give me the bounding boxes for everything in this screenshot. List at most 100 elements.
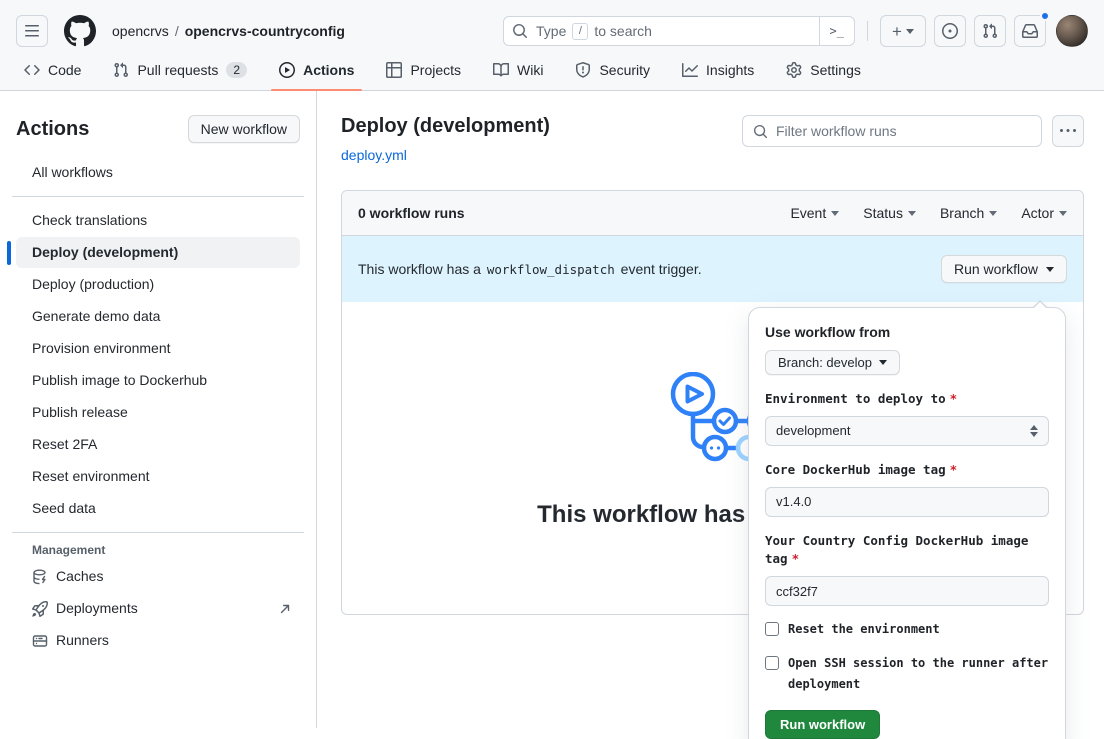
sidebar-item-workflow[interactable]: Publish image to Dockerhub <box>16 365 300 396</box>
issue-opened-icon <box>942 23 958 39</box>
run-workflow-submit-button[interactable]: Run workflow <box>765 710 880 739</box>
search-icon <box>512 23 528 39</box>
workflow-options-button[interactable] <box>1052 115 1084 147</box>
caret-down-icon <box>831 211 839 216</box>
sidebar-item-caches[interactable]: Caches <box>16 561 300 592</box>
table-icon <box>386 62 402 78</box>
caret-down-icon <box>1046 267 1054 272</box>
workflow-dispatch-banner: This workflow has a workflow_dispatch ev… <box>342 236 1083 302</box>
sidebar-item-workflow[interactable]: Reset 2FA <box>16 429 300 460</box>
git-pull-request-icon <box>113 62 129 78</box>
sidebar-item-workflow-selected[interactable]: Deploy (development) <box>16 237 300 268</box>
open-ssh-checkbox-row[interactable]: Open SSH session to the runner after dep… <box>765 653 1049 695</box>
github-logo-icon[interactable] <box>64 15 96 47</box>
branch-filter-dropdown[interactable]: Branch <box>940 205 997 221</box>
status-filter-dropdown[interactable]: Status <box>863 205 916 221</box>
event-filter-dropdown[interactable]: Event <box>790 205 839 221</box>
caret-down-icon <box>879 360 887 365</box>
tab-security[interactable]: Security <box>567 56 658 90</box>
actions-sidebar: Actions New workflow All workflows Check… <box>0 91 317 728</box>
core-image-tag-input[interactable] <box>765 487 1049 517</box>
pull-requests-button[interactable] <box>974 15 1006 47</box>
workflow-file-link[interactable]: deploy.yml <box>341 147 407 163</box>
management-section-heading: Management <box>16 543 300 557</box>
pull-requests-count-badge: 2 <box>226 62 247 78</box>
code-icon <box>24 62 40 78</box>
breadcrumb-separator: / <box>175 23 179 39</box>
sidebar-divider <box>12 532 304 533</box>
actor-filter-dropdown[interactable]: Actor <box>1021 205 1067 221</box>
required-asterisk: * <box>950 462 958 477</box>
new-workflow-button[interactable]: New workflow <box>188 115 300 143</box>
caret-down-icon <box>989 211 997 216</box>
sidebar-item-runners[interactable]: Runners <box>16 625 300 656</box>
inbox-icon <box>1022 23 1038 39</box>
sidebar-item-workflow[interactable]: Provision environment <box>16 333 300 364</box>
three-bars-icon <box>24 23 40 39</box>
reset-environment-checkbox-row[interactable]: Reset the environment <box>765 619 1049 640</box>
slash-key-hint: / <box>572 23 588 40</box>
sidebar-item-workflow[interactable]: Check translations <box>16 205 300 236</box>
global-search-input[interactable]: Type / to search >_ <box>503 16 855 46</box>
core-image-tag-label: Core DockerHub image tag* <box>765 461 1049 480</box>
hamburger-menu-button[interactable] <box>16 15 48 47</box>
sidebar-item-workflow[interactable]: Deploy (production) <box>16 269 300 300</box>
sidebar-divider <box>12 196 304 197</box>
tab-settings[interactable]: Settings <box>778 56 869 90</box>
run-workflow-dropdown-button[interactable]: Run workflow <box>941 255 1067 283</box>
select-updown-icon <box>1030 425 1038 437</box>
sidebar-title: Actions <box>16 118 89 141</box>
tab-projects[interactable]: Projects <box>378 56 469 90</box>
countryconfig-image-tag-label: Your Country Config DockerHub image tag* <box>765 532 1049 570</box>
arrow-up-right-icon <box>278 602 292 616</box>
sidebar-item-workflow[interactable]: Generate demo data <box>16 301 300 332</box>
required-asterisk: * <box>792 551 800 566</box>
repo-nav: Code Pull requests 2 Actions Projects Wi… <box>0 56 1104 90</box>
sidebar-item-workflow[interactable]: Publish release <box>16 397 300 428</box>
caret-down-icon <box>908 211 916 216</box>
filter-workflow-runs-field <box>742 115 1042 147</box>
countryconfig-image-tag-input[interactable] <box>765 576 1049 606</box>
sidebar-item-all-workflows[interactable]: All workflows <box>16 157 300 188</box>
branch-selector-button[interactable]: Branch: develop <box>765 350 900 375</box>
reset-environment-checkbox[interactable] <box>765 622 779 636</box>
graph-icon <box>682 62 698 78</box>
banner-text: This workflow has a workflow_dispatch ev… <box>358 261 702 277</box>
open-ssh-checkbox[interactable] <box>765 656 779 670</box>
workflow-runs-count: 0 workflow runs <box>358 205 465 221</box>
git-pull-request-icon <box>982 23 998 39</box>
shield-icon <box>575 62 591 78</box>
cache-icon <box>32 569 48 585</box>
page-title: Deploy (development) <box>341 115 550 138</box>
breadcrumb-org-link[interactable]: opencrvs <box>112 23 169 39</box>
required-asterisk: * <box>950 391 958 406</box>
tab-code[interactable]: Code <box>16 56 89 90</box>
main-content: Deploy (development) deploy.yml 0 workfl… <box>317 91 1104 728</box>
create-new-button[interactable]: + <box>880 15 926 47</box>
play-circle-icon <box>279 62 295 78</box>
tab-pull-requests[interactable]: Pull requests 2 <box>105 56 255 90</box>
environment-select[interactable]: development <box>765 416 1049 446</box>
sidebar-item-workflow[interactable]: Seed data <box>16 493 300 524</box>
run-workflow-panel: Use workflow from Branch: develop Enviro… <box>748 307 1066 739</box>
header-divider <box>867 21 868 41</box>
rocket-icon <box>32 601 48 617</box>
user-avatar[interactable] <box>1056 15 1088 47</box>
sidebar-item-workflow[interactable]: Reset environment <box>16 461 300 492</box>
breadcrumb-repo-link[interactable]: opencrvs-countryconfig <box>185 23 345 39</box>
kebab-horizontal-icon <box>1060 123 1076 139</box>
book-icon <box>493 62 509 78</box>
tab-wiki[interactable]: Wiki <box>485 56 551 90</box>
command-palette-icon[interactable]: >_ <box>819 17 854 45</box>
search-placeholder: Type / to search <box>536 23 819 40</box>
app-header: opencrvs / opencrvs-countryconfig Type /… <box>0 0 1104 91</box>
issues-button[interactable] <box>934 15 966 47</box>
search-icon <box>753 124 768 139</box>
filter-workflow-runs-input[interactable] <box>776 123 1031 139</box>
tab-insights[interactable]: Insights <box>674 56 762 90</box>
sidebar-item-deployments[interactable]: Deployments <box>16 593 300 624</box>
unread-notification-dot <box>1040 11 1050 21</box>
caret-down-icon <box>906 29 914 34</box>
caret-down-icon <box>1059 211 1067 216</box>
tab-actions[interactable]: Actions <box>271 56 362 90</box>
